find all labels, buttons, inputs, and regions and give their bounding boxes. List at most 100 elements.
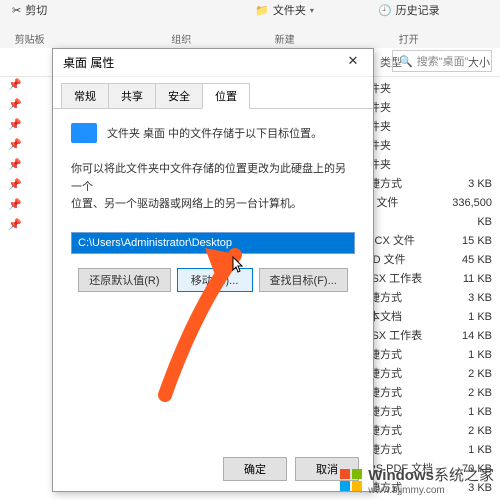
properties-dialog: 桌面 属性 ✕ 常规 共享 安全 位置 文件夹 桌面 中的文件存储于以下目标位置… bbox=[52, 48, 374, 492]
location-buttons: 还原默认值(R) 移动(M)... 查找目标(F)... bbox=[71, 268, 355, 292]
file-row[interactable]: 文本文档1 KB bbox=[358, 308, 492, 327]
file-row[interactable]: XLSX 工作表11 KB bbox=[358, 270, 492, 289]
dialog-body: 文件夹 桌面 中的文件存储于以下目标位置。 你可以将此文件夹中文件存储的位置更改… bbox=[53, 109, 373, 306]
cut-button[interactable]: ✂ 剪切 bbox=[12, 2, 47, 18]
file-row[interactable]: DOCX 文件15 KB bbox=[358, 232, 492, 251]
open-group-label: 打开 bbox=[399, 31, 419, 46]
ribbon-group-organize: 组织 bbox=[159, 2, 203, 46]
path-field-wrap: C:\Users\Administrator\Desktop bbox=[71, 232, 355, 254]
pin-icon: 📌 bbox=[8, 178, 22, 192]
close-icon: ✕ bbox=[348, 53, 359, 68]
file-row[interactable]: 快捷方式2 KB bbox=[358, 422, 492, 441]
chevron-down-icon: ▾ bbox=[310, 6, 314, 15]
file-size bbox=[436, 80, 492, 99]
file-row[interactable]: DFD 文件45 KB bbox=[358, 251, 492, 270]
dialog-titlebar: 桌面 属性 ✕ bbox=[53, 49, 373, 77]
pin-icon: 📌 bbox=[8, 198, 22, 212]
file-size bbox=[436, 99, 492, 118]
path-value: C:\Users\Administrator\Desktop bbox=[78, 237, 232, 249]
pin-icon: 📌 bbox=[8, 218, 22, 232]
watermark-brand: Windows bbox=[368, 467, 434, 484]
scissors-icon: ✂ bbox=[12, 4, 21, 17]
history-label: 历史记录 bbox=[396, 2, 440, 18]
file-row[interactable]: 快捷方式2 KB bbox=[358, 384, 492, 403]
file-row[interactable]: SD 文件336,500 KB bbox=[358, 194, 492, 232]
organize-group-label: 组织 bbox=[171, 31, 191, 46]
pin-icon: 📌 bbox=[8, 158, 22, 172]
folder-info-row: 文件夹 桌面 中的文件存储于以下目标位置。 bbox=[71, 123, 355, 143]
folder-large-icon bbox=[71, 123, 97, 143]
file-row[interactable]: 快捷方式1 KB bbox=[358, 403, 492, 422]
search-icon: 🔍 bbox=[399, 55, 413, 68]
dialog-footer: 确定 取消 bbox=[223, 457, 359, 481]
pin-icon: 📌 bbox=[8, 78, 22, 92]
file-size: 11 KB bbox=[436, 270, 492, 289]
dialog-tabs: 常规 共享 安全 位置 bbox=[53, 77, 373, 109]
file-size: 1 KB bbox=[436, 346, 492, 365]
history-icon: 🕘 bbox=[378, 4, 392, 17]
desc-line-2: 位置、另一个驱动器或网络上的另一台计算机。 bbox=[71, 196, 355, 214]
history-button[interactable]: 🕘 历史记录 bbox=[378, 2, 440, 18]
new-group-label: 新建 bbox=[275, 31, 295, 46]
folder-info-text: 文件夹 桌面 中的文件存储于以下目标位置。 bbox=[107, 125, 322, 141]
file-size: 336,500 KB bbox=[436, 194, 492, 232]
file-row[interactable]: 文件夹 bbox=[358, 156, 492, 175]
ribbon: ✂ 剪切 剪贴板 组织 📁 文件夹 ▾ 新建 🕘 历史记录 打开 bbox=[0, 0, 500, 48]
file-size: 2 KB bbox=[436, 384, 492, 403]
move-button[interactable]: 移动(M)... bbox=[177, 268, 253, 292]
dialog-title-text: 桌面 属性 bbox=[63, 54, 114, 71]
watermark: Windows系统之家 www.bjjmmy.com bbox=[340, 464, 494, 496]
file-row[interactable]: 快捷方式3 KB bbox=[358, 175, 492, 194]
file-size: 45 KB bbox=[436, 251, 492, 270]
tab-general[interactable]: 常规 bbox=[61, 83, 109, 108]
tab-security[interactable]: 安全 bbox=[155, 83, 203, 108]
pin-icon: 📌 bbox=[8, 98, 22, 112]
file-size: 3 KB bbox=[436, 289, 492, 308]
pin-icon: 📌 bbox=[8, 138, 22, 152]
watermark-site: www.bjjmmy.com bbox=[368, 485, 494, 496]
cut-label: 剪切 bbox=[25, 2, 47, 18]
pins-column: 📌 📌 📌 📌 📌 📌 📌 📌 bbox=[8, 78, 22, 238]
windows-logo-icon bbox=[340, 469, 362, 491]
location-path-input[interactable]: C:\Users\Administrator\Desktop bbox=[71, 232, 355, 254]
location-description: 你可以将此文件夹中文件存储的位置更改为此硬盘上的另一个 位置、另一个驱动器或网络… bbox=[71, 161, 355, 214]
file-row[interactable]: 快捷方式1 KB bbox=[358, 346, 492, 365]
file-size: 1 KB bbox=[436, 403, 492, 422]
file-row[interactable]: 快捷方式3 KB bbox=[358, 289, 492, 308]
ribbon-group-new: 📁 文件夹 ▾ 新建 bbox=[243, 2, 326, 46]
folder-icon: 📁 bbox=[255, 4, 269, 17]
search-box[interactable]: 🔍 搜索"桌面" bbox=[392, 50, 492, 72]
file-size bbox=[436, 118, 492, 137]
file-size: 2 KB bbox=[436, 422, 492, 441]
file-size: 15 KB bbox=[436, 232, 492, 251]
restore-default-button[interactable]: 还原默认值(R) bbox=[78, 268, 170, 292]
file-size: 1 KB bbox=[436, 308, 492, 327]
file-size: 2 KB bbox=[436, 365, 492, 384]
new-folder-label: 文件夹 bbox=[273, 2, 306, 18]
file-size: 1 KB bbox=[436, 441, 492, 460]
ribbon-group-clipboard: ✂ 剪切 剪贴板 bbox=[0, 2, 59, 46]
ribbon-group-open: 🕘 历史记录 打开 bbox=[366, 2, 452, 46]
new-folder-button[interactable]: 📁 文件夹 ▾ bbox=[255, 2, 314, 18]
file-size bbox=[436, 156, 492, 175]
file-size: 14 KB bbox=[436, 327, 492, 346]
file-list: 文件夹文件夹文件夹文件夹文件夹快捷方式3 KBSD 文件336,500 KBDO… bbox=[358, 80, 492, 498]
search-placeholder: 搜索"桌面" bbox=[417, 53, 469, 69]
file-size: 3 KB bbox=[436, 175, 492, 194]
file-row[interactable]: XLSX 工作表14 KB bbox=[358, 327, 492, 346]
file-row[interactable]: 快捷方式2 KB bbox=[358, 365, 492, 384]
file-row[interactable]: 文件夹 bbox=[358, 99, 492, 118]
tab-location[interactable]: 位置 bbox=[202, 83, 250, 109]
desc-line-1: 你可以将此文件夹中文件存储的位置更改为此硬盘上的另一个 bbox=[71, 161, 355, 196]
close-button[interactable]: ✕ bbox=[339, 53, 367, 73]
file-row[interactable]: 文件夹 bbox=[358, 137, 492, 156]
tab-share[interactable]: 共享 bbox=[108, 83, 156, 108]
file-row[interactable]: 文件夹 bbox=[358, 118, 492, 137]
watermark-suffix: 系统之家 bbox=[434, 467, 494, 484]
file-row[interactable]: 快捷方式1 KB bbox=[358, 441, 492, 460]
file-row[interactable]: 文件夹 bbox=[358, 80, 492, 99]
find-target-button[interactable]: 查找目标(F)... bbox=[259, 268, 348, 292]
pin-icon: 📌 bbox=[8, 118, 22, 132]
file-size bbox=[436, 137, 492, 156]
ok-button[interactable]: 确定 bbox=[223, 457, 287, 481]
